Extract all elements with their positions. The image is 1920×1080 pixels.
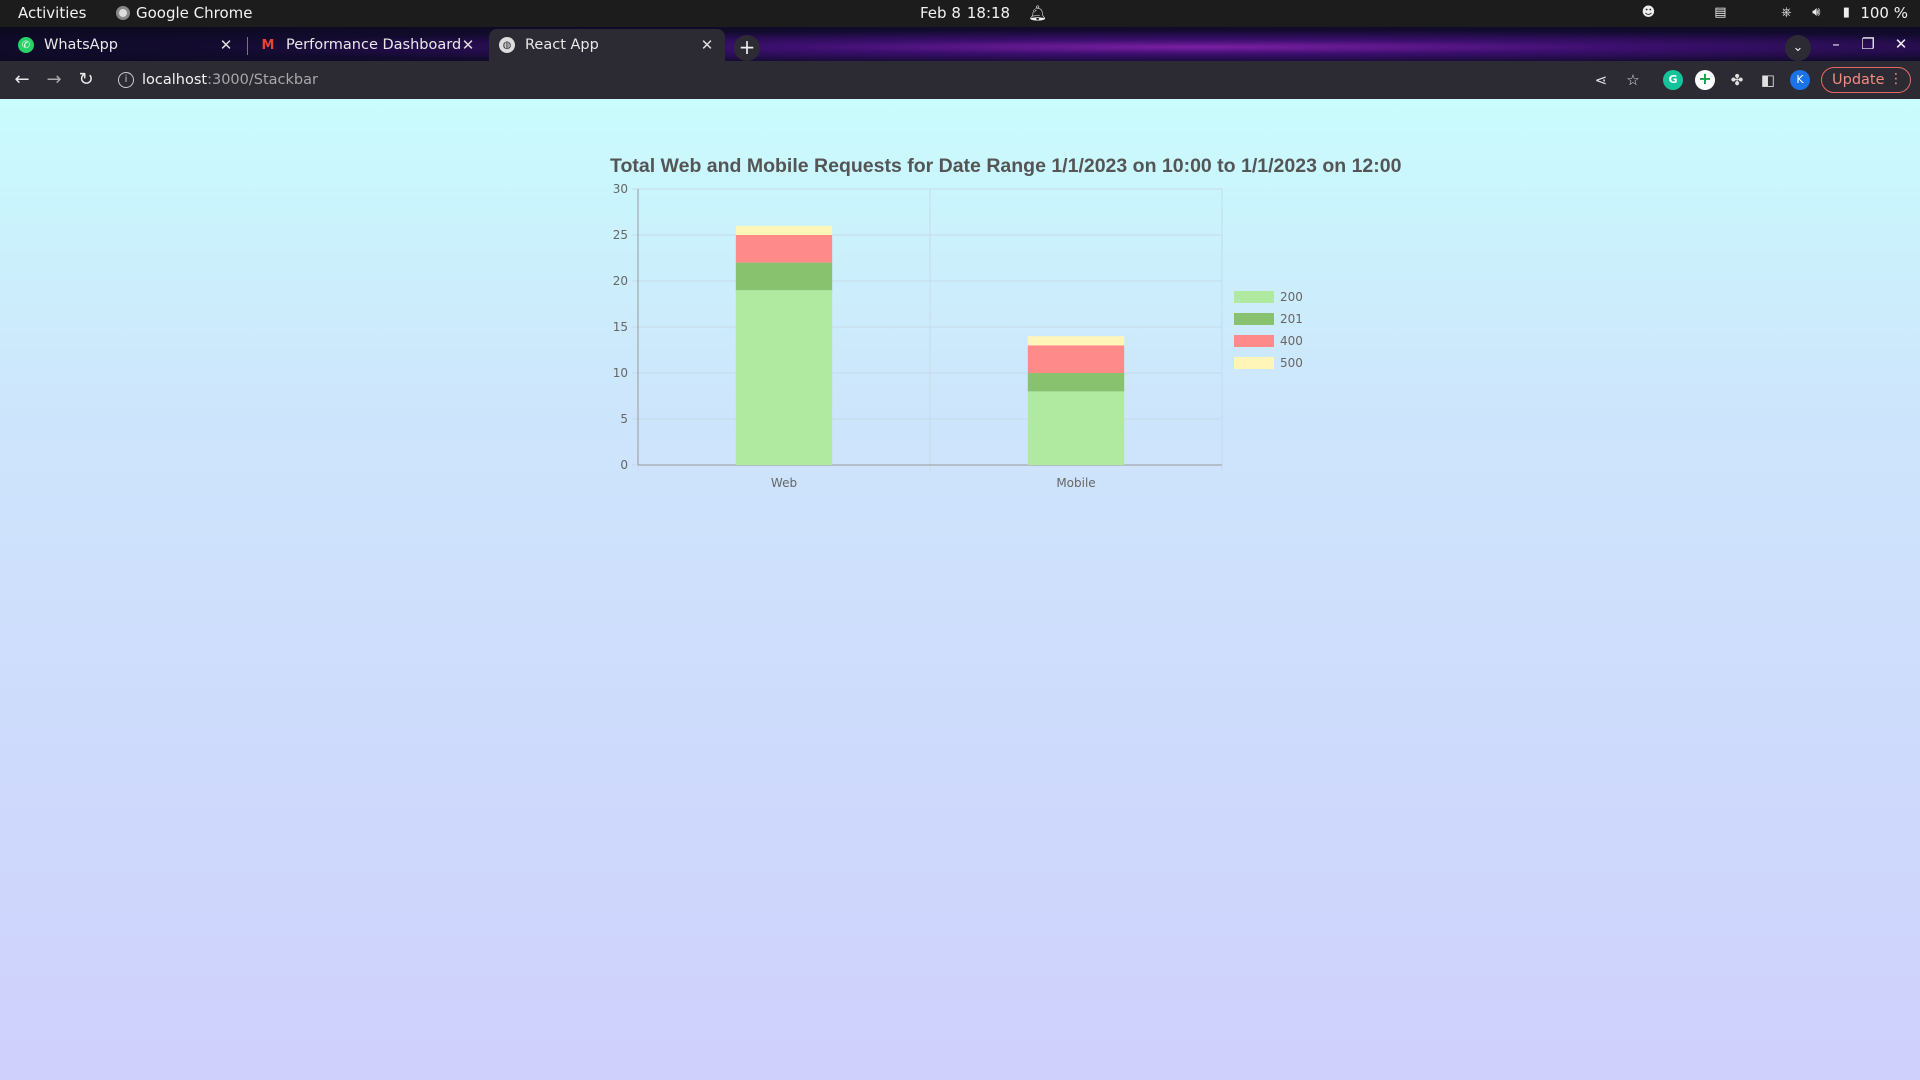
stacked-bar-chart: 0 5 10 15 20 25 30 Web Mobile 200 201 400 500 Total …: [600, 151, 1401, 531]
date-text: Feb 8: [920, 4, 961, 22]
chrome-icon: [116, 6, 130, 20]
url-host: localhost: [142, 72, 208, 88]
close-window-icon[interactable]: ✕: [1891, 35, 1911, 53]
tab-title: WhatsApp: [44, 37, 118, 53]
back-icon[interactable]: ←: [11, 69, 33, 91]
network-icon: ⎈: [1781, 5, 1792, 20]
page-viewport: 0 5 10 15 20 25 30 Web Mobile 200 201 400 500 Total …: [0, 99, 1920, 1080]
y-tick-label: 30: [613, 182, 628, 196]
side-panel-icon[interactable]: ◧: [1758, 70, 1778, 90]
site-info-icon[interactable]: i: [118, 72, 134, 88]
bar-web-201: [735, 262, 833, 291]
bar-mobile-400: [1027, 345, 1125, 373]
system-top-bar: Activities Google Chrome Feb 8 18:18 🔔︎ …: [0, 0, 1920, 27]
bar-web-500: [735, 225, 833, 235]
update-button[interactable]: Update ⋮: [1821, 67, 1911, 93]
chart-title: Total Web and Mobile Requests for Date R…: [610, 155, 1402, 177]
clock[interactable]: Feb 8 18:18 🔔︎: [920, 4, 1047, 22]
bookmark-star-icon[interactable]: ☆: [1623, 70, 1643, 90]
bar-web-400: [735, 235, 833, 263]
legend-label-400: 400: [1280, 334, 1303, 348]
system-tray[interactable]: ☻ ▤ ⎈ 🔊︎ ▮ 100 %: [1640, 4, 1908, 22]
legend-swatch-201: [1234, 313, 1274, 325]
url-path: :3000/Stackbar: [207, 72, 318, 88]
profile-avatar[interactable]: K: [1790, 70, 1810, 90]
y-tick-label: 0: [620, 458, 628, 472]
app-name: Google Chrome: [136, 4, 253, 22]
globe-icon: ◍: [499, 37, 515, 53]
battery-icon: ▮: [1842, 5, 1850, 20]
close-icon[interactable]: ✕: [699, 36, 715, 54]
legend-swatch-400: [1234, 335, 1274, 347]
tab-separator: [247, 37, 248, 55]
tab-performance-dashboard[interactable]: M Performance Dashboard ✕: [250, 29, 486, 61]
y-tick-label: 5: [620, 412, 628, 426]
tab-title: React App: [525, 37, 599, 53]
menu-dots-icon: ⋮: [1889, 71, 1903, 87]
volume-icon: 🔊︎: [1812, 5, 1821, 20]
tab-search-button[interactable]: ⌄: [1785, 35, 1811, 61]
app-menu[interactable]: Google Chrome: [116, 4, 253, 22]
legend-label-200: 200: [1280, 290, 1303, 304]
bar-mobile-201: [1027, 373, 1125, 392]
bar-mobile-200: [1027, 391, 1125, 465]
bar-web-200: [735, 290, 833, 465]
legend-swatch-500: [1234, 357, 1274, 369]
reload-icon[interactable]: ↻: [75, 69, 97, 91]
update-label: Update: [1832, 72, 1885, 88]
clipboard-icon[interactable]: ▤: [1712, 5, 1728, 21]
legend-label-500: 500: [1280, 356, 1303, 370]
chart-canvas: 0 5 10 15 20 25 30 Web Mobile 200 201 400 500: [613, 182, 1303, 490]
battery-percent: 100 %: [1860, 4, 1908, 22]
extensions-puzzle-icon[interactable]: ✤: [1727, 70, 1747, 90]
bar-mobile-500: [1027, 336, 1125, 346]
time-text: 18:18: [966, 4, 1011, 22]
y-tick-label: 10: [613, 366, 628, 380]
y-tick-label: 15: [613, 320, 628, 334]
grammarly-extension-icon[interactable]: G: [1663, 70, 1683, 90]
browser-toolbar: ← → ↻ i localhost:3000/Stackbar ⋖ ☆ G + …: [0, 61, 1920, 99]
bell-icon: 🔔︎: [1028, 4, 1048, 22]
legend-swatch-200: [1234, 291, 1274, 303]
x-tick-label: Web: [771, 476, 797, 490]
cat-tray-icon[interactable]: ☻: [1640, 5, 1656, 21]
whatsapp-icon: ✆: [18, 37, 34, 53]
tab-title: Performance Dashboard: [286, 37, 460, 53]
legend-label-201: 201: [1280, 312, 1303, 326]
close-icon[interactable]: ✕: [218, 36, 234, 54]
share-icon[interactable]: ⋖: [1591, 70, 1611, 90]
y-tick-label: 20: [613, 274, 628, 288]
x-tick-label: Mobile: [1056, 476, 1095, 490]
forward-icon[interactable]: →: [43, 69, 65, 91]
close-icon[interactable]: ✕: [460, 36, 476, 54]
restore-icon[interactable]: ❐: [1858, 35, 1878, 53]
minimize-icon[interactable]: –: [1826, 35, 1846, 53]
address-bar[interactable]: i localhost:3000/Stackbar: [110, 67, 1580, 93]
y-tick-label: 25: [613, 228, 628, 242]
tab-strip: ✆ WhatsApp ✕ M Performance Dashboard ✕ ◍…: [0, 27, 1920, 61]
tab-react-app[interactable]: ◍ React App ✕: [489, 29, 725, 61]
gmail-icon: M: [261, 37, 275, 53]
add-extension-icon[interactable]: +: [1695, 70, 1715, 90]
tab-whatsapp[interactable]: ✆ WhatsApp ✕: [8, 29, 244, 61]
new-tab-button[interactable]: +: [734, 35, 760, 61]
activities-button[interactable]: Activities: [18, 4, 86, 22]
